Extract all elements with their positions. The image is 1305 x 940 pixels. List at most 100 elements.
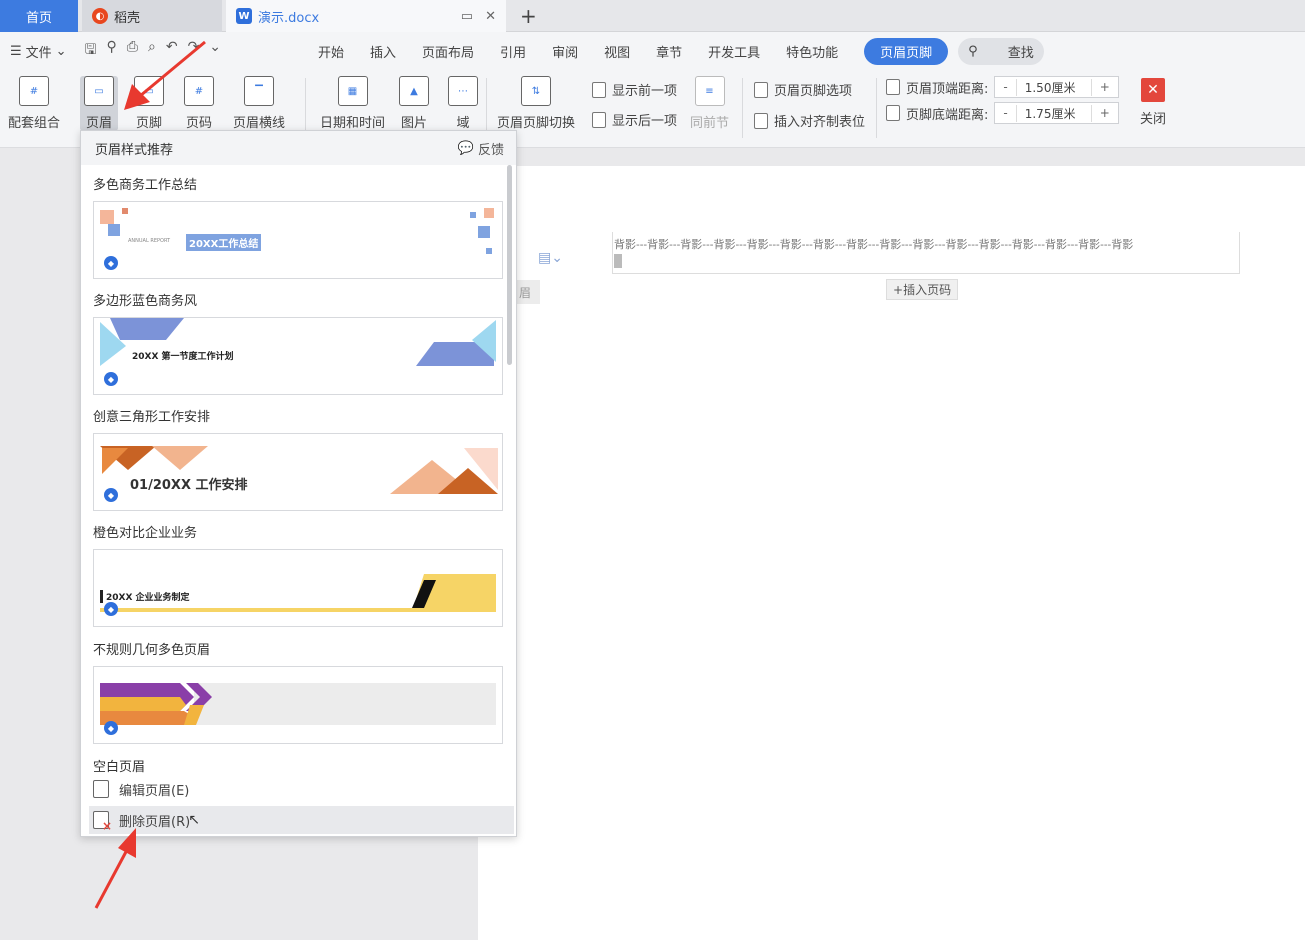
hamburger-icon: ☰ <box>10 43 22 59</box>
preview-title: 20XX 企业业务制定 <box>100 590 190 603</box>
premium-badge-icon: ◆ <box>104 488 118 502</box>
header-line-icon: ▔ <box>244 76 274 106</box>
decrement-icon[interactable]: - <box>995 106 1015 120</box>
plus-icon: + <box>893 283 904 297</box>
dropdown-scrollbar[interactable] <box>507 165 512 365</box>
feedback-button[interactable]: 💬 反馈 <box>458 139 504 158</box>
picture-icon: ▲ <box>399 76 429 106</box>
tab-daoke[interactable]: ◐ 稻壳 <box>82 0 222 32</box>
top-distance-row: 页眉顶端距离: - 1.50厘米 + <box>886 76 1119 98</box>
tab-home[interactable]: 首页 <box>0 0 78 32</box>
style-name: 橙色对比企业业务 <box>93 526 198 541</box>
annotation-arrow <box>94 828 136 909</box>
ribbon-divider <box>742 78 743 138</box>
menu-tabs: 开始 插入 页面布局 引用 审阅 视图 章节 开发工具 特色功能 页眉页脚 ⚲ … <box>318 32 1070 70</box>
blank-header-label: 空白页眉 <box>93 760 146 775</box>
deco-square <box>478 226 490 238</box>
field-button[interactable]: ⋯ 域 <box>448 76 478 131</box>
header-text: 背影---背影---背影---背影---背影---背影---背影---背影---… <box>614 238 1134 251</box>
file-menu[interactable]: ☰ 文件 ⌄ <box>10 42 67 61</box>
same-as-prev-button[interactable]: ≡ 同前节 <box>690 76 729 131</box>
picture-button[interactable]: ▲ 图片 <box>399 76 429 131</box>
same-as-prev-label: 同前节 <box>690 116 730 131</box>
style-card-2[interactable]: 20XX 第一节度工作计划 ◆ <box>93 317 503 395</box>
menu-header-footer[interactable]: 页眉页脚 <box>864 37 949 65</box>
show-next-icon <box>592 111 606 128</box>
hf-options-label: 页眉页脚选项 <box>774 84 853 99</box>
deco-square <box>470 212 476 218</box>
increment-icon[interactable]: + <box>1092 106 1118 120</box>
style-card-5[interactable]: ◆ <box>93 666 503 744</box>
save-icon[interactable]: 🖫 <box>85 39 97 63</box>
switch-button[interactable]: ⇅ 页眉页脚切换 <box>497 76 575 131</box>
datetime-label: 日期和时间 <box>320 116 386 131</box>
picture-label: 图片 <box>400 116 427 131</box>
style-card-1[interactable]: ANNUAL REPORT 20XX工作总结 ◆ <box>93 201 503 279</box>
premium-badge-icon: ◆ <box>104 602 118 616</box>
show-prev-button[interactable]: 显示前一项 <box>592 80 677 99</box>
decrement-icon[interactable]: - <box>995 80 1015 94</box>
annotation-arrow <box>124 40 206 110</box>
top-distance-value[interactable]: 1.50厘米 <box>1015 78 1092 96</box>
menu-reference[interactable]: 引用 <box>500 42 526 61</box>
search-label: 查找 <box>1007 45 1034 61</box>
insert-page-number-label: 插入页码 <box>903 283 952 297</box>
close-tab-icon[interactable]: ✕ <box>485 9 496 24</box>
ribbon-divider <box>876 78 877 138</box>
menu-developer[interactable]: 开发工具 <box>708 42 760 61</box>
style-name: 创意三角形工作安排 <box>93 410 211 425</box>
deco-square <box>484 208 494 218</box>
deco-square <box>100 210 114 224</box>
bottom-distance-value[interactable]: 1.75厘米 <box>1015 104 1092 122</box>
combo-icon: # <box>19 76 49 106</box>
show-next-button[interactable]: 显示后一项 <box>592 110 677 129</box>
menu-insert[interactable]: 插入 <box>370 42 396 61</box>
hf-options-button[interactable]: 页眉页脚选项 <box>754 80 852 99</box>
style-name: 多边形蓝色商务风 <box>93 294 198 309</box>
dropdown-header: 页眉样式推荐 💬 反馈 <box>81 131 516 165</box>
menu-features[interactable]: 特色功能 <box>786 42 838 61</box>
new-tab-button[interactable]: + <box>520 4 537 28</box>
pin-icon[interactable]: ▭ <box>461 9 473 24</box>
combo-button[interactable]: # 配套组合 <box>8 76 60 131</box>
premium-badge-icon: ◆ <box>104 372 118 386</box>
word-doc-icon: W <box>236 8 252 24</box>
menu-review[interactable]: 审阅 <box>552 42 578 61</box>
preview-title: 20XX 第一节度工作计划 <box>132 352 234 362</box>
options-icon <box>754 81 768 98</box>
style-5-preview <box>100 683 496 725</box>
increment-icon[interactable]: + <box>1092 80 1118 94</box>
search-button[interactable]: ⚲ 查找 <box>958 37 1044 65</box>
bottom-distance-spinner[interactable]: - 1.75厘米 + <box>994 102 1119 124</box>
align-tab-label: 插入对齐制表位 <box>774 115 866 130</box>
insert-page-number-button[interactable]: +插入页码 <box>886 279 959 300</box>
field-label: 域 <box>456 116 470 131</box>
close-label: 关闭 <box>1140 112 1167 127</box>
switch-icon: ⇅ <box>521 76 551 106</box>
menu-start[interactable]: 开始 <box>318 42 344 61</box>
premium-badge-icon: ◆ <box>104 256 118 270</box>
deco-square <box>486 248 492 254</box>
field-icon: ⋯ <box>448 76 478 106</box>
style-card-4[interactable]: 20XX 企业业务制定 ◆ <box>93 549 503 627</box>
daoke-logo-icon: ◐ <box>92 8 108 24</box>
tab-document[interactable]: W 演示.docx ▭ ✕ <box>226 0 506 32</box>
preview-title: 01/20XX 工作安排 <box>130 478 248 493</box>
paste-options-icon[interactable]: ▤⌄ <box>538 250 563 266</box>
edit-header-item[interactable]: 编辑页眉(E) <box>89 775 514 803</box>
dropdown-title: 页眉样式推荐 <box>95 142 174 158</box>
ribbon-divider <box>305 78 306 138</box>
align-tab-button[interactable]: 插入对齐制表位 <box>754 111 865 130</box>
edit-icon <box>93 780 109 798</box>
menu-layout[interactable]: 页面布局 <box>422 42 474 61</box>
header-line-button[interactable]: ▔ 页眉横线 <box>233 76 285 131</box>
top-distance-spinner[interactable]: - 1.50厘米 + <box>994 76 1119 98</box>
close-header-footer-button[interactable]: ✕ 关闭 <box>1140 78 1166 127</box>
menu-view[interactable]: 视图 <box>604 42 630 61</box>
style-card-3[interactable]: 01/20XX 工作安排 ◆ <box>93 433 503 511</box>
style-4-preview <box>100 574 496 612</box>
style-3-preview <box>100 446 498 494</box>
show-prev-icon <box>592 81 606 98</box>
datetime-button[interactable]: ▦ 日期和时间 <box>320 76 385 131</box>
menu-chapter[interactable]: 章节 <box>656 42 682 61</box>
